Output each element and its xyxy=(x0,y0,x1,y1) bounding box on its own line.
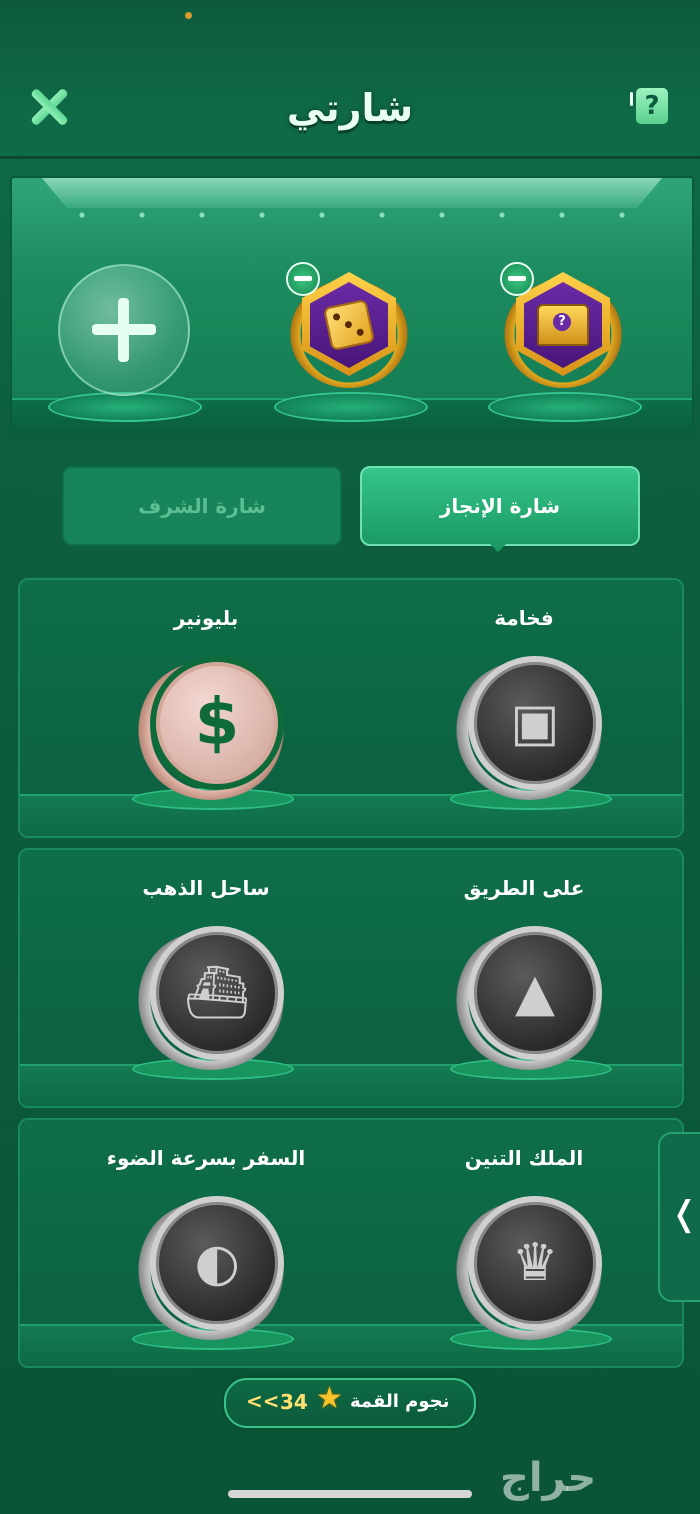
help-button[interactable]: ? xyxy=(630,88,668,124)
badge-item: الملك التنين ♛ xyxy=(374,1120,674,1376)
badge-row: على الطريق ▲ ساحل الذهب ⛴ xyxy=(18,848,684,1108)
badge-name: ساحل الذهب xyxy=(142,876,270,900)
badge-disc: ♛ xyxy=(468,1196,602,1330)
side-drawer-toggle[interactable] xyxy=(658,1132,700,1302)
badge-item: بليونير $ xyxy=(56,580,356,836)
badge-gold-coast[interactable]: ⛴ xyxy=(136,924,286,1074)
badge-disc: $ xyxy=(150,656,284,790)
header-divider xyxy=(0,156,700,159)
mystery-chest-icon xyxy=(537,304,589,346)
road-mountains-icon: ▲ xyxy=(515,963,555,1023)
equipped-badge-dice[interactable] xyxy=(286,262,408,388)
badge-name: فخامة xyxy=(494,606,554,630)
pedestal xyxy=(274,392,428,422)
badge-disc: ▣ xyxy=(468,656,602,790)
badge-name: الملك التنين xyxy=(464,1146,584,1170)
pedestal xyxy=(48,392,202,422)
header: شارتي ? xyxy=(0,60,700,160)
page-title: شارتي xyxy=(286,86,414,130)
watermark: حراج xyxy=(500,1455,597,1501)
status-dot xyxy=(185,12,192,19)
yacht-helicopter-icon: ⛴ xyxy=(183,963,250,1023)
dice-icon xyxy=(322,298,376,352)
badge-row: الملك التنين ♛ السفر بسرعة الضوء ◐ xyxy=(18,1118,684,1368)
badge-item: فخامة ▣ xyxy=(374,580,674,836)
tab-honor-badge[interactable]: شارة الشرف xyxy=(62,466,342,546)
badge-row: فخامة ▣ بليونير $ xyxy=(18,578,684,838)
badge-item: السفر بسرعة الضوء ◐ xyxy=(56,1120,356,1376)
tab-achievement-badge[interactable]: شارة الإنجاز xyxy=(360,466,640,546)
stars-label: نجوم القمة xyxy=(350,1391,450,1412)
stars-count: 34 xyxy=(280,1390,308,1414)
badge-disc: ◐ xyxy=(150,1196,284,1330)
badge-luxury[interactable]: ▣ xyxy=(454,654,604,804)
dollar-icon: $ xyxy=(194,686,240,760)
dragon-icon: ♛ xyxy=(511,1233,559,1293)
badge-on-the-road[interactable]: ▲ xyxy=(454,924,604,1074)
arrow-icon: << xyxy=(246,1389,280,1413)
remove-badge-button[interactable] xyxy=(286,262,320,296)
badge-disc: ▲ xyxy=(468,926,602,1060)
badge-item: ساحل الذهب ⛴ xyxy=(56,850,356,1106)
pedestal xyxy=(488,392,642,422)
sparkles-decoration xyxy=(52,212,652,218)
badge-item: على الطريق ▲ xyxy=(374,850,674,1106)
treasure-chest-icon: ▣ xyxy=(510,693,560,753)
badge-billionaire[interactable]: $ xyxy=(136,654,286,804)
badge-showcase xyxy=(10,176,694,438)
home-indicator[interactable] xyxy=(228,1490,472,1498)
badge-name: على الطريق xyxy=(463,876,585,900)
remove-badge-button[interactable] xyxy=(500,262,534,296)
badge-dragon-king[interactable]: ♛ xyxy=(454,1194,604,1344)
equipped-badge-chest[interactable] xyxy=(500,262,622,388)
badge-name: السفر بسرعة الضوء xyxy=(106,1146,306,1170)
add-badge-slot-button[interactable] xyxy=(58,264,190,396)
badge-name: بليونير xyxy=(173,606,239,630)
top-stars-button[interactable]: << 34 ★ نجوم القمة xyxy=(224,1378,476,1428)
sports-car-icon: ◐ xyxy=(194,1233,240,1293)
star-icon: ★ xyxy=(316,1381,343,1416)
badge-disc: ⛴ xyxy=(150,926,284,1060)
active-tab-pointer xyxy=(488,542,508,552)
badge-light-speed-travel[interactable]: ◐ xyxy=(136,1194,286,1344)
